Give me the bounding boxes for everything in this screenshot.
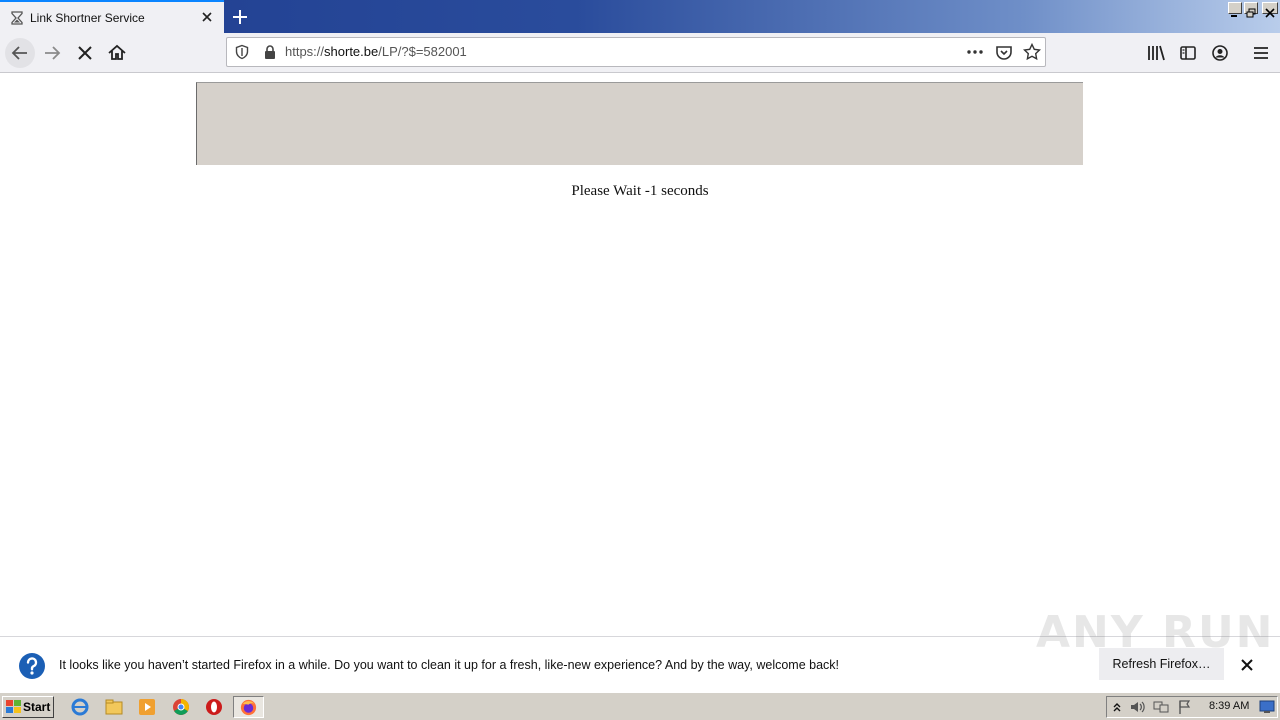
windows-logo-icon: [6, 700, 21, 713]
sidebar-icon[interactable]: [1179, 44, 1197, 62]
new-tab-icon[interactable]: [229, 6, 251, 28]
restore-window-button[interactable]: [1244, 2, 1258, 18]
lock-icon[interactable]: [262, 44, 278, 60]
file-explorer-icon[interactable]: [104, 697, 124, 717]
show-hidden-icons-icon[interactable]: [1111, 700, 1123, 714]
url-text[interactable]: https://shorte.be/LP/?$=582001: [285, 44, 467, 59]
navigation-bar: https://shorte.be/LP/?$=582001: [0, 33, 1280, 73]
system-tray: 8:39 AM: [1106, 696, 1278, 718]
show-desktop-icon[interactable]: [1259, 700, 1275, 714]
ad-banner-placeholder: [196, 82, 1083, 165]
start-button[interactable]: Start: [2, 696, 54, 718]
refresh-firefox-button[interactable]: Refresh Firefox…: [1099, 648, 1224, 680]
network-icon[interactable]: [1153, 699, 1169, 715]
account-icon[interactable]: [1211, 44, 1229, 62]
minimize-icon: [1231, 15, 1237, 17]
action-center-flag-icon[interactable]: [1177, 699, 1193, 715]
bookmark-star-icon[interactable]: [1023, 43, 1041, 61]
start-label: Start: [23, 700, 51, 714]
notification-message: It looks like you haven’t started Firefo…: [59, 658, 840, 672]
more-actions-icon[interactable]: [965, 44, 985, 60]
internet-explorer-icon[interactable]: [70, 697, 90, 717]
question-icon: [19, 653, 45, 679]
taskbar: Start 8:39 AM: [0, 692, 1280, 720]
media-player-icon[interactable]: [137, 697, 157, 717]
back-button[interactable]: [5, 38, 35, 68]
shield-icon[interactable]: [234, 44, 250, 60]
close-icon: [1265, 8, 1275, 18]
home-icon: [108, 44, 126, 60]
close-notification-icon[interactable]: [1239, 657, 1255, 673]
home-button[interactable]: [103, 39, 131, 67]
tab-link-shortner[interactable]: Link Shortner Service: [0, 0, 224, 33]
stop-button[interactable]: [71, 39, 99, 67]
chrome-icon[interactable]: [171, 697, 191, 717]
opera-icon[interactable]: [204, 697, 224, 717]
title-bar: Link Shortner Service: [0, 0, 1280, 33]
arrow-left-icon: [11, 46, 27, 60]
close-window-button[interactable]: [1262, 2, 1278, 18]
clock[interactable]: 8:39 AM: [1209, 700, 1249, 712]
pocket-icon[interactable]: [995, 44, 1013, 62]
stop-icon: [78, 46, 92, 60]
hamburger-menu-icon[interactable]: [1252, 45, 1270, 61]
arrow-right-icon: [45, 46, 61, 60]
close-tab-icon[interactable]: [200, 10, 214, 24]
volume-icon[interactable]: [1129, 699, 1145, 715]
forward-button[interactable]: [39, 39, 67, 67]
library-icon[interactable]: [1146, 44, 1166, 62]
firefox-icon: [240, 699, 257, 716]
tab-title: Link Shortner Service: [30, 11, 145, 25]
minimize-window-button[interactable]: [1228, 2, 1242, 17]
hourglass-icon: [11, 11, 23, 25]
firefox-taskbar-button[interactable]: [233, 696, 264, 718]
restore-icon: [1246, 8, 1256, 18]
notification-bar: ANY RUN It looks like you haven’t starte…: [0, 607, 1280, 692]
url-bar[interactable]: https://shorte.be/LP/?$=582001: [226, 37, 1046, 67]
countdown-text: Please Wait -1 seconds: [571, 183, 709, 199]
